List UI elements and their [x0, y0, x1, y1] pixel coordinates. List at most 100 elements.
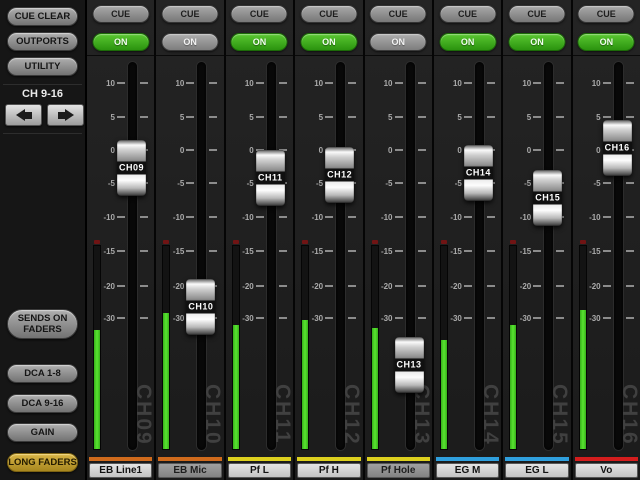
gain-button[interactable]: GAIN — [7, 423, 78, 442]
channel-name-label[interactable]: Pf Hole — [367, 463, 430, 478]
meter-track — [510, 246, 516, 449]
tick-dash — [348, 285, 356, 287]
tick-dash — [464, 250, 472, 252]
tick-dash — [325, 82, 333, 84]
meter-track — [233, 246, 239, 449]
fader-scale-tick-label: -20 — [505, 282, 531, 291]
tick-dash — [487, 250, 495, 252]
tick-dash — [209, 216, 217, 218]
fader-scale-tick-label: 10 — [158, 79, 184, 88]
channel-number-ghost: CH12 — [339, 384, 362, 446]
cue-button[interactable]: CUE — [370, 5, 427, 23]
fader-cap-label: CH12 — [325, 169, 354, 182]
tick-dash — [603, 216, 611, 218]
tick-dash — [418, 250, 426, 252]
fader-cap-label: CH13 — [395, 359, 424, 372]
on-button[interactable]: ON — [370, 33, 427, 51]
on-button[interactable]: ON — [231, 33, 288, 51]
sends-on-faders-line2: FADERS — [8, 324, 77, 335]
channel-name-label[interactable]: EG M — [436, 463, 499, 478]
on-button[interactable]: ON — [92, 33, 149, 51]
clip-indicator — [302, 240, 308, 244]
fader-scale-tick-label: 0 — [89, 146, 115, 155]
tick-dash — [603, 82, 611, 84]
fader-cap[interactable]: CH12 — [325, 147, 354, 203]
fader-cap[interactable]: CH10 — [186, 279, 215, 335]
tick-dash — [533, 250, 541, 252]
tick-dash — [603, 116, 611, 118]
bank-right-button[interactable] — [47, 104, 84, 126]
on-button[interactable]: ON — [578, 33, 635, 51]
fader-scale-tick-label: 10 — [228, 79, 254, 88]
channel-strip-ch14: CUE ON 1050-5-10-15-20-30 CH14 CH14 EG M — [434, 0, 501, 480]
channel-name-label[interactable]: Vo — [575, 463, 638, 478]
fader-scale-tick-label: 5 — [89, 113, 115, 122]
fader-scale-tick-label: -15 — [575, 247, 601, 256]
channel-name-label[interactable]: EB Line1 — [89, 463, 152, 478]
channel-name-label[interactable]: Pf H — [297, 463, 360, 478]
fader-scale-tick-label: 10 — [505, 79, 531, 88]
fader-cap[interactable]: CH16 — [603, 120, 632, 176]
fader-cap[interactable]: CH11 — [256, 150, 285, 206]
fader-scale-tick-label: -15 — [297, 247, 323, 256]
meter-fill — [441, 340, 447, 449]
fader-scale-tick-label: 0 — [367, 146, 393, 155]
channel-name-label[interactable]: EB Mic — [158, 463, 221, 478]
fader-scale-tick-label: -20 — [575, 282, 601, 291]
fader-scale-tick-label: 0 — [158, 146, 184, 155]
bank-left-button[interactable] — [5, 104, 42, 126]
cue-button[interactable]: CUE — [162, 5, 219, 23]
tick-dash — [603, 182, 611, 184]
clip-indicator — [510, 240, 516, 244]
fader-scale-tick-label: -5 — [89, 179, 115, 188]
on-button[interactable]: ON — [508, 33, 565, 51]
cue-button[interactable]: CUE — [231, 5, 288, 23]
tick-dash — [279, 82, 287, 84]
level-meter — [94, 240, 100, 449]
on-button[interactable]: ON — [300, 33, 357, 51]
strip-separator-line — [295, 55, 362, 56]
fader-cap[interactable]: CH13 — [395, 337, 424, 393]
channel-strip-ch13: CUE ON 1050-5-10-15-20-30 CH13 CH13 Pf H… — [365, 0, 432, 480]
tick-dash — [603, 285, 611, 287]
tick-dash — [418, 149, 426, 151]
on-button[interactable]: ON — [439, 33, 496, 51]
fader-scale-tick-label: -30 — [89, 314, 115, 323]
tick-dash — [533, 285, 541, 287]
fader-scale-tick-label: 10 — [367, 79, 393, 88]
channel-name-label[interactable]: EG L — [505, 463, 568, 478]
long-faders-button[interactable]: LONG FADERS — [7, 453, 78, 472]
outports-button[interactable]: OUTPORTS — [7, 32, 78, 51]
tick-dash — [418, 116, 426, 118]
cue-button[interactable]: CUE — [508, 5, 565, 23]
cue-button[interactable]: CUE — [300, 5, 357, 23]
clip-indicator — [163, 240, 169, 244]
on-button[interactable]: ON — [162, 33, 219, 51]
dca-9-16-button[interactable]: DCA 9-16 — [7, 394, 78, 413]
fader-cap[interactable]: CH09 — [117, 140, 146, 196]
fader-scale-tick-label: -20 — [158, 282, 184, 291]
tick-dash — [279, 216, 287, 218]
fader-scale-tick-label: 5 — [158, 113, 184, 122]
tick-dash — [487, 82, 495, 84]
tick-dash — [256, 116, 264, 118]
tick-dash — [209, 116, 217, 118]
tick-dash — [556, 317, 564, 319]
tick-dash — [186, 82, 194, 84]
meter-fill — [163, 313, 169, 449]
cue-clear-button[interactable]: CUE CLEAR — [7, 7, 78, 26]
tick-dash — [487, 216, 495, 218]
channel-name-label[interactable]: Pf L — [228, 463, 291, 478]
sends-on-faders-button[interactable]: SENDS ON FADERS — [7, 309, 78, 339]
cue-button[interactable]: CUE — [92, 5, 149, 23]
cue-button[interactable]: CUE — [578, 5, 635, 23]
strip-separator-line — [365, 55, 432, 56]
fader-cap[interactable]: CH15 — [533, 170, 562, 226]
cue-button[interactable]: CUE — [439, 5, 496, 23]
fader-scale-tick-label: -10 — [228, 213, 254, 222]
fader-cap[interactable]: CH14 — [464, 145, 493, 201]
utility-button[interactable]: UTILITY — [7, 57, 78, 76]
tick-dash — [325, 250, 333, 252]
dca-1-8-button[interactable]: DCA 1-8 — [7, 364, 78, 383]
fader-scale-tick-label: -5 — [575, 179, 601, 188]
